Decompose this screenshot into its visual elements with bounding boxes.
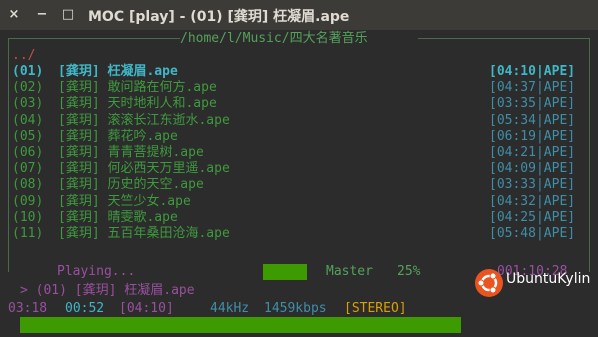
track-time: [04:32|APE] [489, 193, 576, 209]
mixer-label: Master [326, 264, 373, 279]
track-num: (01) [12, 64, 44, 79]
remaining-time: 00:52 [65, 301, 105, 316]
track-num: (02) [12, 80, 44, 96]
track-time: [03:35|APE] [489, 96, 576, 112]
duration: [04:10] [119, 301, 174, 316]
track-row[interactable]: (09) [龚玥] 天竺少女.ape [04:32|APE] [0, 194, 598, 210]
track-row[interactable]: (01) [龚玥] 枉凝眉.ape [04:10|APE] [0, 64, 598, 80]
track-time: [03:33|APE] [489, 177, 576, 193]
track-name: [龚玥] 何必西天万里遥.ape [58, 161, 230, 177]
track-name: [龚玥] 枉凝眉.ape [58, 64, 178, 79]
bitrate: 1459kbps [264, 301, 327, 316]
track-row[interactable]: (11) [龚玥] 五百年桑田沧海.ape [05:48|APE] [0, 226, 598, 242]
ubuntukylin-logo: UbuntuKylin [474, 261, 598, 307]
track-time: [05:48|APE] [489, 226, 576, 241]
play-state: Playing... [57, 264, 136, 279]
track-time: [04:37|APE] [489, 80, 576, 96]
directory-path: /home/l/Music/四大名著音乐 [180, 31, 368, 46]
track-name: [龚玥] 历史的天空.ape [58, 177, 204, 193]
maximize-button[interactable]: □ [58, 5, 78, 25]
track-num: (05) [12, 128, 44, 144]
track-time: [04:09|APE] [489, 161, 576, 177]
ubuntu-circle-icon [475, 269, 503, 297]
track-name: [龚玥] 滚滚长江东逝水.ape [58, 112, 230, 128]
track-name: [龚玥] 晴雯歌.ape [58, 209, 178, 225]
frame-top-right [418, 38, 590, 39]
track-num: (11) [12, 226, 44, 241]
track-name: [龚玥] 葬花吟.ape [58, 128, 178, 144]
track-name: [龚玥] 五百年桑田沧海.ape [58, 226, 230, 241]
track-num: (10) [12, 209, 44, 225]
track-row[interactable]: (03) [龚玥] 天时地利人和.ape [03:35|APE] [0, 96, 598, 112]
track-name: [龚玥] 敢问路在何方.ape [58, 80, 217, 96]
parent-directory[interactable]: ../ [12, 48, 35, 64]
track-num: (04) [12, 112, 44, 128]
logo-text: UbuntuKylin [506, 271, 591, 287]
track-row[interactable]: (10) [龚玥] 晴雯歌.ape [04:25|APE] [0, 210, 598, 226]
volume-bar[interactable] [263, 264, 307, 280]
track-num: (06) [12, 145, 44, 160]
volume-value: 25% [397, 264, 421, 279]
track-row[interactable]: (08) [龚玥] 历史的天空.ape [03:33|APE] [0, 177, 598, 193]
track-row[interactable]: (02) [龚玥] 敢问路在何方.ape [04:37|APE] [0, 80, 598, 96]
frame-top-left [8, 38, 180, 39]
track-time: [05:34|APE] [489, 112, 576, 128]
track-time: [06:19|APE] [489, 128, 576, 144]
track-row[interactable]: (04) [龚玥] 滚滚长江东逝水.ape [05:34|APE] [0, 113, 598, 129]
track-name: [龚玥] 天竺少女.ape [58, 193, 191, 209]
progress-bar[interactable] [20, 317, 461, 333]
close-button[interactable]: × [4, 5, 24, 25]
track-time: [04:10|APE] [489, 64, 576, 79]
track-row[interactable]: (06) [龚玥] 青青菩提树.ape [04:21|APE] [0, 145, 598, 161]
track-row[interactable]: (05) [龚玥] 葬花吟.ape [06:19|APE] [0, 129, 598, 145]
track-time: [04:25|APE] [489, 209, 576, 225]
stereo-flag: [STEREO] [344, 301, 407, 316]
title-bar: × − □ MOC [play] - (01) [龚玥] 枉凝眉.ape [0, 0, 598, 30]
sample-rate: 44kHz [210, 301, 250, 316]
elapsed-time: 03:18 [8, 301, 48, 316]
now-playing: > (01) [龚玥] 枉凝眉.ape [20, 283, 195, 298]
minimize-button[interactable]: − [32, 5, 52, 25]
track-name: [龚玥] 天时地利人和.ape [58, 96, 217, 112]
track-row[interactable]: (07) [龚玥] 何必西天万里遥.ape [04:09|APE] [0, 161, 598, 177]
track-num: (03) [12, 96, 44, 112]
track-num: (09) [12, 193, 44, 209]
window-title: MOC [play] - (01) [龚玥] 枉凝眉.ape [88, 9, 350, 25]
track-num: (07) [12, 161, 44, 177]
track-time: [04:21|APE] [489, 145, 576, 160]
track-name: [龚玥] 青青菩提树.ape [58, 145, 204, 160]
track-num: (08) [12, 177, 44, 193]
